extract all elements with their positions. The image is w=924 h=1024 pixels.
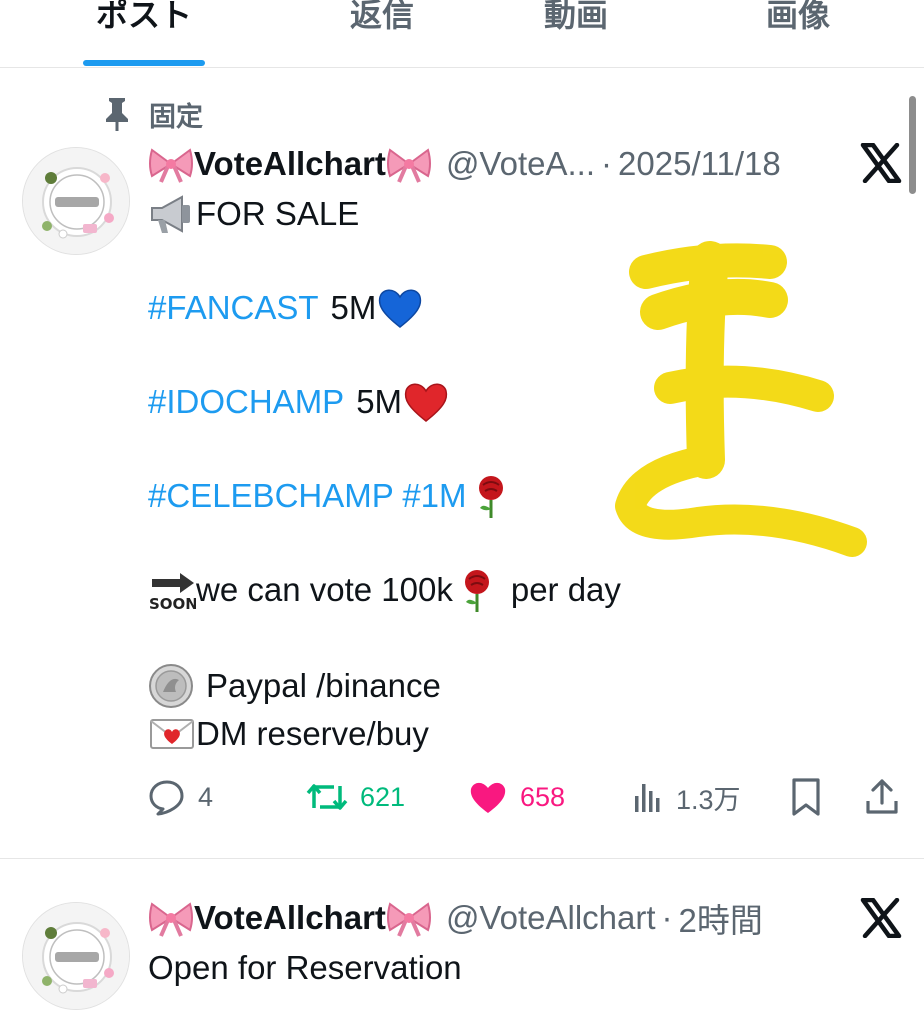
views-button[interactable]: 1.3万 — [632, 775, 741, 819]
user-handle[interactable]: @VoteA... — [446, 145, 595, 183]
post-divider — [0, 858, 924, 859]
display-name[interactable]: VoteAllchart — [194, 145, 386, 183]
scrollbar[interactable] — [909, 96, 916, 194]
views-chart-icon — [635, 784, 660, 812]
loudspeaker-icon — [148, 191, 196, 237]
heart-icon — [470, 782, 506, 813]
tab-videos[interactable]: 動画 — [514, 0, 638, 40]
post-actions: 4 621 658 1.3万 — [148, 775, 908, 819]
separator-dot: · — [661, 899, 673, 936]
share-button[interactable] — [864, 775, 900, 819]
post-line: DM reserve/buy — [148, 712, 429, 756]
hashtag-link[interactable]: #FANCAST — [148, 289, 319, 327]
post-timestamp[interactable]: 2時間 — [679, 894, 763, 942]
profile-tab-bar: ポスト 返信 動画 画像 — [0, 0, 924, 68]
ribbon-bow-icon — [149, 148, 193, 183]
tab-replies[interactable]: 返信 — [320, 0, 444, 40]
separator-dot: · — [601, 145, 613, 182]
rose-icon — [467, 473, 515, 519]
post-timestamp[interactable]: 2025/11/18 — [618, 145, 781, 183]
red-heart-icon — [402, 379, 450, 425]
post-line: #FANCAST 5M — [148, 286, 424, 330]
post-header: VoteAllchart @VoteA... · 2025/11/18 — [148, 142, 781, 186]
post-text: Open for Reservation — [148, 949, 462, 986]
post-text: FOR SALE — [196, 195, 360, 232]
avatar-image — [23, 903, 129, 1009]
pinned-indicator: 固定 — [100, 96, 203, 132]
hashtag-link[interactable]: #IDOCHAMP — [148, 383, 344, 421]
post-line: Paypal /binance — [148, 664, 441, 708]
yellow-scribble-overlay — [615, 241, 867, 557]
x-logo-icon[interactable] — [860, 143, 902, 183]
user-handle[interactable]: @VoteAllchart — [446, 899, 656, 937]
bookmark-icon — [792, 778, 820, 816]
post-text: 5M — [330, 289, 377, 326]
post-line: FOR SALE — [148, 192, 359, 236]
reply-button[interactable]: 4 — [148, 775, 213, 819]
coin-icon — [148, 663, 196, 709]
post-text: per day — [510, 571, 621, 608]
reply-count: 4 — [198, 781, 214, 812]
view-count: 1.3万 — [676, 784, 741, 815]
tab-posts[interactable]: ポスト — [70, 0, 218, 40]
post-text: 5M — [356, 383, 403, 420]
display-name[interactable]: VoteAllchart — [194, 899, 386, 937]
post-line: SOON we can vote 100k per day — [148, 567, 621, 613]
love-letter-icon — [148, 711, 196, 757]
ribbon-bow-icon — [149, 902, 193, 937]
like-count: 658 — [520, 781, 566, 812]
tab-images[interactable]: 画像 — [736, 0, 860, 40]
avatar-image — [23, 148, 129, 254]
post-text: DM reserve/buy — [196, 715, 429, 752]
repost-count: 621 — [360, 781, 406, 812]
bookmark-button[interactable] — [790, 775, 822, 819]
soon-arrow-icon: SOON — [148, 567, 196, 613]
pinned-label: 固定 — [149, 101, 203, 132]
avatar[interactable] — [22, 902, 130, 1010]
repost-button[interactable]: 621 — [306, 775, 405, 819]
active-tab-indicator — [83, 60, 205, 66]
post-text: Paypal /binance — [206, 667, 441, 704]
post-line: #CELEBCHAMP #1M — [148, 474, 515, 518]
rose-icon — [453, 567, 501, 613]
svg-text:SOON: SOON — [149, 595, 196, 613]
post-line: #IDOCHAMP 5M — [148, 380, 450, 424]
hashtag-link[interactable]: #CELEBCHAMP #1M — [148, 477, 467, 515]
repost-icon — [306, 784, 348, 810]
blue-heart-icon — [376, 285, 424, 331]
pin-icon — [106, 98, 128, 131]
share-icon — [866, 779, 898, 814]
like-button[interactable]: 658 — [468, 775, 565, 819]
post-header: VoteAllchart @VoteAllchart · 2時間 — [148, 896, 763, 940]
reply-icon — [149, 780, 184, 816]
ribbon-bow-icon — [386, 148, 431, 183]
post-text: we can vote 100k — [196, 571, 453, 608]
x-logo-icon[interactable] — [860, 898, 902, 938]
ribbon-bow-icon — [386, 902, 431, 937]
avatar[interactable] — [22, 147, 130, 255]
